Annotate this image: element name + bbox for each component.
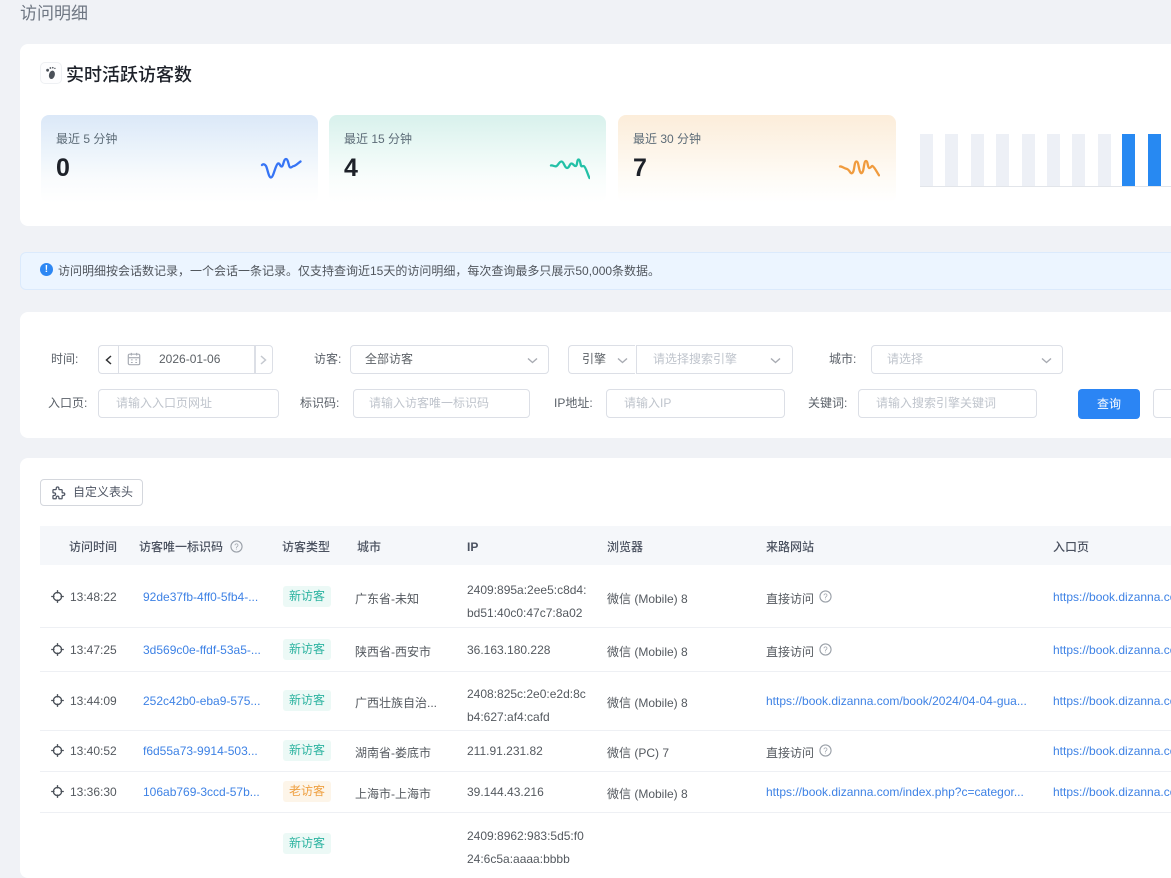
svg-text:?: ? <box>823 592 828 601</box>
svg-text:?: ? <box>234 542 239 551</box>
svg-text:?: ? <box>823 645 828 654</box>
svg-text:?: ? <box>823 746 828 755</box>
